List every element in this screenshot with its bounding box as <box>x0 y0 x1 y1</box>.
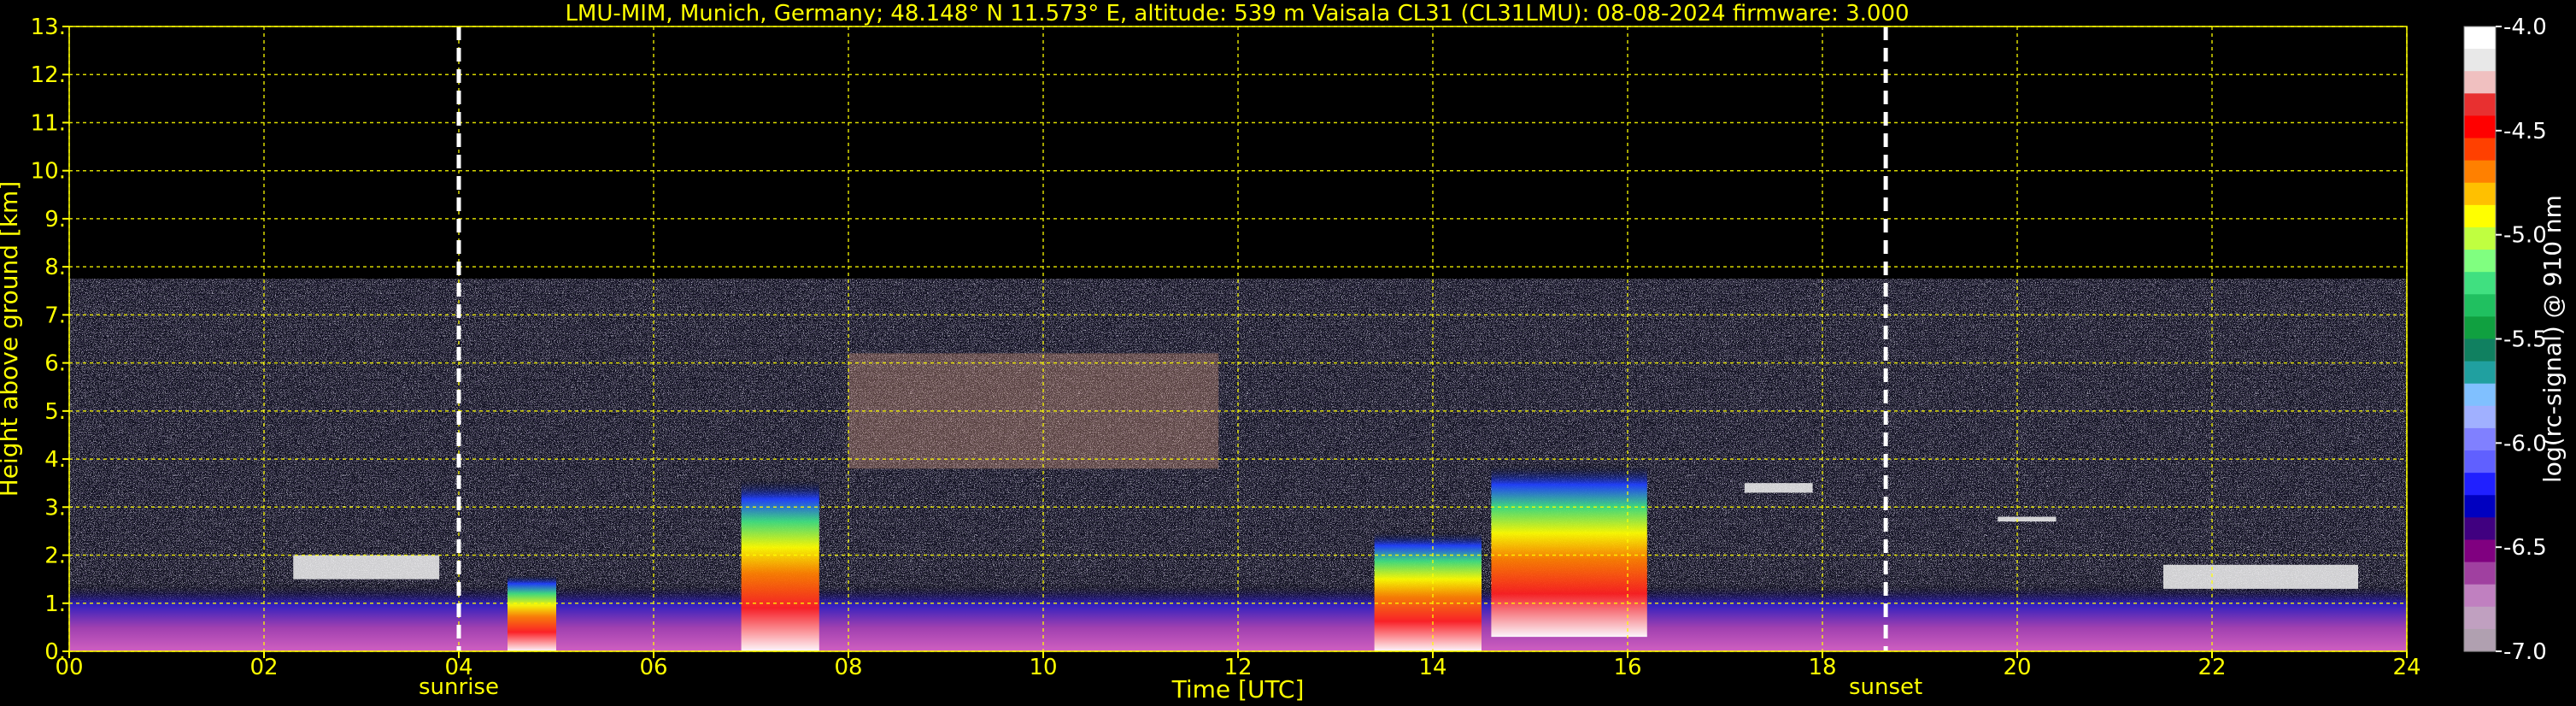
cloud-feature-1 <box>1374 531 1482 651</box>
colorbar-segment <box>2464 115 2496 139</box>
colorbar-label: log(rc-signal) @ 910 nm <box>2538 195 2567 483</box>
cloud-feature-2 <box>1491 463 1647 638</box>
colorbar-segment <box>2464 160 2496 184</box>
colorbar-segment <box>2464 606 2496 630</box>
colorbar-tick-label: -4.5 <box>2503 119 2547 144</box>
colorbar-segment <box>2464 272 2496 295</box>
colorbar-segment <box>2464 361 2496 385</box>
colorbar-segment <box>2464 227 2496 250</box>
colorbar-segment <box>2464 49 2496 72</box>
x-axis-label: Time [UTC] <box>1171 675 1305 703</box>
colorbar-segment <box>2464 450 2496 474</box>
colorbar-segment <box>2464 138 2496 162</box>
x-tick-label: 24 <box>2392 655 2421 680</box>
colorbar-segment <box>2464 405 2496 429</box>
x-tick-label: 06 <box>639 655 667 680</box>
x-tick-label: 20 <box>2003 655 2031 680</box>
cloud-feature-3 <box>508 574 556 651</box>
event-label-sunset: sunset <box>1849 674 1922 700</box>
colorbar-segment <box>2464 495 2496 518</box>
x-tick-label: 16 <box>1613 655 1641 680</box>
y-axis-label: Height above ground [km] <box>0 181 23 497</box>
y-tick-label: 4. <box>44 447 66 473</box>
x-tick-label: 22 <box>2198 655 2226 680</box>
plot-area <box>69 26 2407 651</box>
colorbar-segment <box>2464 294 2496 317</box>
colorbar-segment <box>2464 539 2496 563</box>
chart-title: LMU-MIM, Munich, Germany; 48.148° N 11.5… <box>565 1 1909 26</box>
colorbar-segment <box>2464 338 2496 362</box>
y-tick-label: 12. <box>31 62 66 88</box>
cloud-feature-8 <box>2163 564 2358 589</box>
y-tick-label: 0. <box>44 639 66 665</box>
y-tick-label: 11. <box>31 110 66 136</box>
y-tick-label: 3. <box>44 495 66 521</box>
colorbar-segment <box>2464 316 2496 340</box>
colorbar-segment <box>2464 383 2496 407</box>
y-tick-label: 1. <box>44 591 66 617</box>
y-tick-label: 7. <box>44 303 66 328</box>
y-tick-label: 9. <box>44 207 66 232</box>
colorbar-segment <box>2464 562 2496 585</box>
colorbar-segment <box>2464 584 2496 608</box>
colorbar-segment <box>2464 26 2496 50</box>
colorbar-segment <box>2464 628 2496 652</box>
cloud-feature-0 <box>741 478 819 651</box>
cloud-feature-5 <box>1998 516 2057 522</box>
y-tick-label: 5. <box>44 399 66 425</box>
colorbar: -4.0-4.5-5.0-5.5-6.0-6.5-7.0 <box>2463 15 2547 665</box>
colorbar-tick-label: -4.0 <box>2503 15 2547 40</box>
colorbar-segment <box>2464 71 2496 94</box>
colorbar-segment <box>2464 204 2496 228</box>
y-tick-label: 8. <box>44 255 66 280</box>
colorbar-segment <box>2464 182 2496 206</box>
y-tick-label: 10. <box>31 159 66 185</box>
colorbar-segment <box>2464 473 2496 496</box>
x-tick-label: 02 <box>249 655 278 680</box>
x-tick-label: 10 <box>1029 655 1057 680</box>
colorbar-segment <box>2464 517 2496 541</box>
y-tick-label: 13. <box>31 15 66 40</box>
colorbar-segment <box>2464 250 2496 273</box>
colorbar-tick-label: -7.0 <box>2503 639 2547 665</box>
y-tick-label: 2. <box>44 544 66 569</box>
y-tick-label: 6. <box>44 351 66 377</box>
cloud-feature-7 <box>293 555 440 580</box>
colorbar-segment <box>2464 93 2496 117</box>
x-tick-label: 14 <box>1418 655 1446 680</box>
x-tick-label: 18 <box>1808 655 1836 680</box>
colorbar-tick-label: -6.5 <box>2503 535 2547 561</box>
x-tick-label: 04 <box>444 655 472 680</box>
x-tick-label: 08 <box>834 655 862 680</box>
colorbar-segment <box>2464 427 2496 451</box>
ceilometer-chart: LMU-MIM, Munich, Germany; 48.148° N 11.5… <box>0 1 2567 703</box>
cloud-feature-4 <box>1744 483 1813 493</box>
